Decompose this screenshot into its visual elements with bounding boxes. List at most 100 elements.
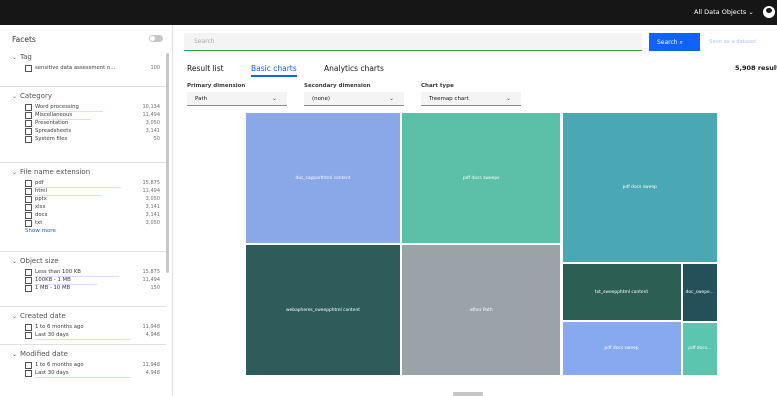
- facet-option-count: 11,948: [142, 324, 161, 330]
- treemap-cell[interactable]: pdf docs...: [681, 321, 718, 376]
- facet-option-label: Word processing: [35, 104, 79, 110]
- facet-checkbox[interactable]: [25, 370, 32, 377]
- chevron-down-icon: ⌄: [388, 95, 394, 102]
- treemap-cell[interactable]: txt_sweepphtml content: [561, 263, 682, 321]
- treemap-cell-label: pdf docs sweep: [604, 345, 639, 351]
- facet-option-label: xlsx: [35, 204, 46, 210]
- facet-option[interactable]: sensitive data assessment n... 100: [25, 65, 160, 73]
- facet-option[interactable]: Presentation 3,050: [25, 120, 160, 128]
- treemap-cell[interactable]: pdf docs sweeps: [400, 112, 562, 244]
- facet-section-header[interactable]: ⌄ File name extension: [12, 168, 90, 176]
- show-more-link[interactable]: Show more: [25, 228, 56, 234]
- facet-option-count: 3,050: [145, 120, 160, 126]
- facet-option[interactable]: Last 30 days 4,948: [25, 370, 160, 378]
- facet-checkbox[interactable]: [25, 220, 32, 227]
- facet-section-header[interactable]: ⌄ Category: [12, 92, 52, 100]
- facet-option[interactable]: 1 MB - 10 MB 150: [25, 285, 160, 293]
- facet-option-count: 4,948: [145, 370, 160, 376]
- facet-option[interactable]: Last 30 days 4,948: [25, 332, 160, 340]
- facet-checkbox[interactable]: [25, 324, 32, 331]
- facet-checkbox[interactable]: [25, 204, 32, 211]
- facet-option[interactable]: docx 3,141: [25, 212, 160, 220]
- facet-section-header[interactable]: ⌄ Created date: [12, 312, 66, 320]
- facet-option[interactable]: System files 50: [25, 136, 160, 144]
- treemap-cell-label: pdf docs sweep: [622, 185, 657, 191]
- facet-option[interactable]: pptx 3,050: [25, 196, 160, 204]
- facet-option[interactable]: html 11,494: [25, 188, 160, 196]
- search-button[interactable]: Search ⌕: [649, 33, 700, 51]
- facets-title: Facets: [12, 35, 36, 44]
- facet-option[interactable]: 1 to 6 months ago 11,948: [25, 362, 160, 370]
- chevron-down-icon: ⌄: [505, 95, 511, 102]
- facet-option-label: html: [35, 188, 48, 194]
- treemap-cell[interactable]: pdf docs sweep: [561, 112, 718, 264]
- facet-checkbox[interactable]: [25, 269, 32, 276]
- tab-basic-charts[interactable]: Basic charts: [251, 64, 297, 77]
- facet-checkbox[interactable]: [25, 332, 32, 339]
- search-placeholder: Search: [194, 38, 215, 45]
- facet-checkbox[interactable]: [25, 188, 32, 195]
- facet-checkbox[interactable]: [25, 136, 32, 143]
- treemap-cell[interactable]: other Path: [400, 244, 562, 376]
- tab-result-list[interactable]: Result list: [187, 64, 224, 73]
- facet-option-count: 10,134: [142, 104, 161, 110]
- facet-option[interactable]: Spreadsheets 3,141: [25, 128, 160, 136]
- facet-checkbox[interactable]: [25, 112, 32, 119]
- facet-count-bar: [35, 339, 131, 340]
- facet-checkbox[interactable]: [25, 65, 32, 72]
- facet-option-count: 3,050: [145, 220, 160, 226]
- facet-option[interactable]: 1 to 6 months ago 11,948: [25, 324, 160, 332]
- save-dataset-link[interactable]: Save as a dataset: [709, 39, 756, 45]
- treemap-cell[interactable]: doc_sapparthtml content: [245, 112, 401, 245]
- facet-option[interactable]: Word processing 10,134: [25, 104, 160, 112]
- facet-checkbox[interactable]: [25, 196, 32, 203]
- facet-checkbox[interactable]: [25, 277, 32, 284]
- facet-option-label: System files: [35, 136, 68, 142]
- user-avatar-icon[interactable]: [763, 6, 775, 18]
- chevron-down-icon: ⌄: [271, 95, 277, 102]
- facet-option-count: 11,494: [142, 277, 161, 283]
- facet-option[interactable]: txt 3,050: [25, 220, 160, 228]
- facet-checkbox[interactable]: [25, 180, 32, 187]
- facet-option[interactable]: Less than 100 KB 15,875: [25, 269, 160, 277]
- facet-checkbox[interactable]: [25, 104, 32, 111]
- search-input[interactable]: Search: [184, 33, 642, 51]
- facet-option-count: 3,141: [145, 204, 160, 210]
- treemap-cell-label: pdf docs...: [688, 346, 712, 352]
- facet-option-count: 15,875: [142, 269, 161, 275]
- facet-checkbox[interactable]: [25, 362, 32, 369]
- facet-section-title: Tag: [20, 53, 32, 61]
- facets-panel: Facets ⌄ Tag sensitive data assessment n..…: [0, 25, 173, 396]
- facet-option-label: Less than 100 KB: [35, 269, 81, 275]
- facet-option[interactable]: 100KB - 1 MB 11,494: [25, 277, 160, 285]
- treemap-chart: doc_sapparthtml content webapheres_sweepp…: [245, 112, 718, 376]
- facet-option[interactable]: pdf 15,875: [25, 180, 160, 188]
- facets-toggle[interactable]: [149, 35, 163, 42]
- treemap-cell[interactable]: pdf docs sweep: [561, 320, 682, 376]
- dimension-dropdown[interactable]: Path ⌄: [187, 92, 287, 106]
- dimension-dropdown[interactable]: Treemap chart ⌄: [421, 92, 521, 106]
- facet-option-count: 3,141: [145, 212, 160, 218]
- top-bar: All Data Objects ⌄: [0, 0, 777, 25]
- facet-section-header[interactable]: ⌄ Modified date: [12, 350, 68, 358]
- facet-option-label: Miscellaneous: [35, 112, 73, 118]
- facet-section-header[interactable]: ⌄ Object size: [12, 257, 59, 265]
- dropdown-value: Treemap chart: [429, 96, 469, 102]
- facet-checkbox[interactable]: [25, 285, 32, 292]
- facet-section-header[interactable]: ⌄ Tag: [12, 53, 32, 61]
- treemap-cell[interactable]: webapheres_sweepphtml content: [245, 244, 401, 376]
- facet-option-count: 11,494: [142, 112, 161, 118]
- facet-checkbox[interactable]: [25, 212, 32, 219]
- scope-selector[interactable]: All Data Objects ⌄: [694, 8, 754, 16]
- facet-checkbox[interactable]: [25, 120, 32, 127]
- facet-option[interactable]: xlsx 3,141: [25, 204, 160, 212]
- facet-checkbox[interactable]: [25, 128, 32, 135]
- horizontal-scrollbar[interactable]: [453, 392, 483, 396]
- facets-scrollbar[interactable]: [166, 53, 169, 273]
- dimension-dropdown[interactable]: (none) ⌄: [304, 92, 404, 106]
- facet-option[interactable]: Miscellaneous 11,494: [25, 112, 160, 120]
- chevron-down-icon: ⌄: [12, 258, 18, 265]
- facet-option-count: 11,494: [142, 188, 161, 194]
- treemap-cell[interactable]: doc_swepe...: [681, 263, 718, 322]
- tab-analytics-charts[interactable]: Analytics charts: [324, 64, 384, 73]
